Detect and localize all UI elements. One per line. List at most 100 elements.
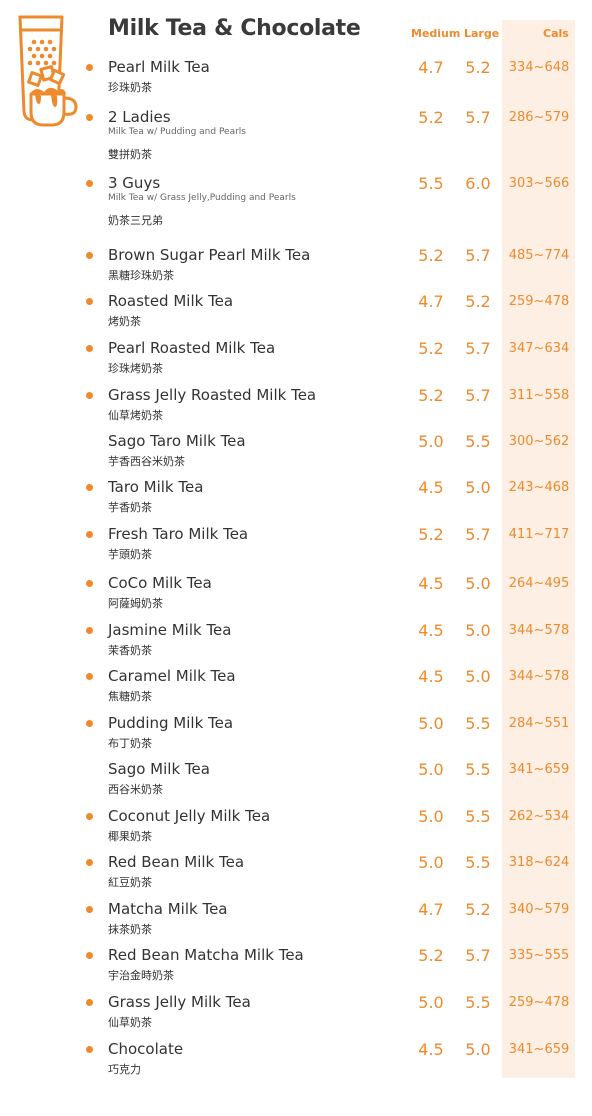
menu-item-row: Chocolate 巧克力 4.5 5.0 341~659	[0, 1040, 592, 1080]
menu-item-row: CoCo Milk Tea 阿薩姆奶茶 4.5 5.0 264~495	[0, 574, 592, 614]
item-name: 2 Ladies	[108, 108, 171, 126]
menu-item-row: Red Bean Milk Tea 紅豆奶茶 5.0 5.5 318~624	[0, 853, 592, 893]
item-description: Milk Tea w/ Grass Jelly,Pudding and Pear…	[108, 193, 296, 203]
item-chinese-name: 阿薩姆奶茶	[108, 597, 163, 610]
item-name: CoCo Milk Tea	[108, 574, 212, 592]
item-chinese-name: 椰果奶茶	[108, 830, 152, 843]
bullet-dot	[86, 813, 93, 820]
item-name: Pearl Roasted Milk Tea	[108, 339, 276, 357]
item-chinese-name: 雙拼奶茶	[108, 148, 152, 161]
item-chinese-name: 芋香奶茶	[108, 501, 152, 514]
item-chinese-name: 巧克力	[108, 1063, 141, 1076]
price-large: 5.7	[465, 339, 491, 358]
bullet-dot	[86, 720, 93, 727]
bullet-dot	[86, 906, 93, 913]
item-name: Coconut Jelly Milk Tea	[108, 807, 271, 825]
menu-item-row: Grass Jelly Milk Tea 仙草奶茶 5.0 5.5 259~478	[0, 993, 592, 1033]
item-chinese-name: 仙草奶茶	[108, 1016, 152, 1029]
item-name: Red Bean Milk Tea	[108, 853, 245, 871]
item-chinese-name: 烤奶茶	[108, 315, 141, 328]
item-chinese-name: 黑糖珍珠奶茶	[108, 269, 174, 282]
bullet-dot	[86, 484, 93, 491]
item-chinese-name: 抹茶奶茶	[108, 923, 152, 936]
price-medium: 4.7	[418, 58, 444, 77]
bullet-dot	[86, 952, 93, 959]
price-large: 5.0	[465, 1040, 491, 1059]
price-large: 5.5	[465, 760, 491, 779]
bullet-dot	[86, 1046, 93, 1053]
price-large: 5.0	[465, 478, 491, 497]
price-medium: 5.2	[418, 108, 444, 127]
menu-item-row: Jasmine Milk Tea 茉香奶茶 4.5 5.0 344~578	[0, 621, 592, 661]
price-large: 5.0	[465, 574, 491, 593]
calories: 259~478	[508, 995, 570, 1010]
price-medium: 5.0	[418, 714, 444, 733]
price-large: 5.5	[465, 432, 491, 451]
calories: 344~578	[508, 669, 570, 684]
price-medium: 4.5	[418, 621, 444, 640]
price-medium: 5.2	[418, 525, 444, 544]
price-medium: 5.5	[418, 174, 444, 193]
price-medium: 5.0	[418, 432, 444, 451]
bullet-dot	[86, 298, 93, 305]
item-chinese-name: 珍珠烤奶茶	[108, 362, 163, 375]
bullet-dot	[86, 345, 93, 352]
item-chinese-name: 珍珠奶茶	[108, 81, 152, 94]
item-name: Jasmine Milk Tea	[108, 621, 232, 639]
calories: 341~659	[508, 762, 570, 777]
bullet-dot	[86, 114, 93, 121]
price-large: 5.5	[465, 807, 491, 826]
price-large: 5.7	[465, 946, 491, 965]
calories: 347~634	[508, 341, 570, 356]
price-medium: 5.0	[418, 853, 444, 872]
price-medium: 4.5	[418, 1040, 444, 1059]
item-name: Pearl Milk Tea	[108, 58, 210, 76]
item-name: Chocolate	[108, 1040, 184, 1058]
bullet-dot	[86, 252, 93, 259]
item-name: Sago Taro Milk Tea	[108, 432, 246, 450]
price-large: 5.0	[465, 667, 491, 686]
price-large: 5.2	[465, 292, 491, 311]
price-medium: 5.0	[418, 993, 444, 1012]
item-name: Grass Jelly Roasted Milk Tea	[108, 386, 317, 404]
bullet-dot	[86, 999, 93, 1006]
menu-item-row: Caramel Milk Tea 焦糖奶茶 4.5 5.0 344~578	[0, 667, 592, 707]
price-large: 5.5	[465, 714, 491, 733]
menu-item-row: Matcha Milk Tea 抹茶奶茶 4.7 5.2 340~579	[0, 900, 592, 940]
calories: 303~566	[508, 176, 570, 191]
menu-item-row: Sago Taro Milk Tea 芋香西谷米奶茶 5.0 5.5 300~562	[0, 432, 592, 472]
item-chinese-name: 焦糖奶茶	[108, 690, 152, 703]
price-large: 5.2	[465, 900, 491, 919]
calories: 284~551	[508, 716, 570, 731]
price-large: 5.2	[465, 58, 491, 77]
item-name: Taro Milk Tea	[108, 478, 204, 496]
item-chinese-name: 宇治金時奶茶	[108, 969, 174, 982]
menu-item-row: Sago Milk Tea 西谷米奶茶 5.0 5.5 341~659	[0, 760, 592, 800]
price-medium: 5.0	[418, 807, 444, 826]
price-large: 5.0	[465, 621, 491, 640]
menu-item-list: Pearl Milk Tea 珍珠奶茶 4.7 5.2 334~648 2 Ladies M…	[0, 0, 592, 1116]
price-large: 5.7	[465, 246, 491, 265]
price-medium: 4.5	[418, 667, 444, 686]
bullet-dot	[86, 859, 93, 866]
calories: 341~659	[508, 1042, 570, 1057]
price-large: 5.7	[465, 386, 491, 405]
item-chinese-name: 紅豆奶茶	[108, 876, 152, 889]
calories: 259~478	[508, 294, 570, 309]
price-large: 5.5	[465, 853, 491, 872]
item-chinese-name: 布丁奶茶	[108, 737, 152, 750]
price-large: 5.7	[465, 525, 491, 544]
menu-item-row: Coconut Jelly Milk Tea 椰果奶茶 5.0 5.5 262~534	[0, 807, 592, 847]
bullet-dot	[86, 531, 93, 538]
item-chinese-name: 西谷米奶茶	[108, 783, 163, 796]
menu-item-row: Fresh Taro Milk Tea 芋頭奶茶 5.2 5.7 411~717	[0, 525, 592, 565]
menu-item-row: Brown Sugar Pearl Milk Tea 黑糖珍珠奶茶 5.2 5.7 48…	[0, 246, 592, 286]
price-large: 5.7	[465, 108, 491, 127]
price-medium: 5.2	[418, 386, 444, 405]
calories: 334~648	[508, 60, 570, 75]
price-medium: 5.2	[418, 339, 444, 358]
menu-item-row: Roasted Milk Tea 烤奶茶 4.7 5.2 259~478	[0, 292, 592, 332]
item-chinese-name: 奶茶三兄弟	[108, 214, 163, 227]
bullet-dot	[86, 673, 93, 680]
calories: 243~468	[508, 480, 570, 495]
